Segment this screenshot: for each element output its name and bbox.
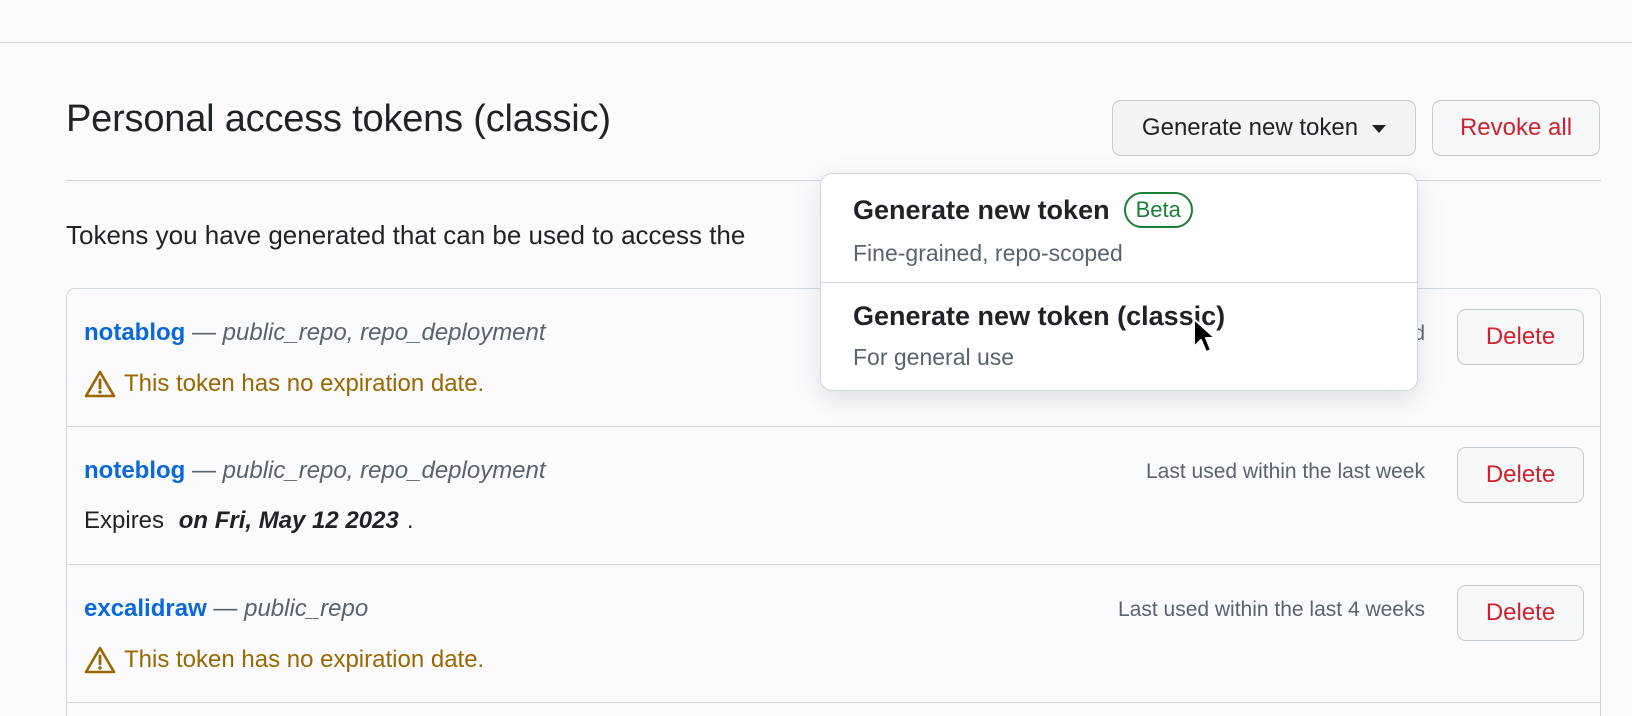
token-header: noteblog — public_repo, repo_deployment bbox=[84, 457, 546, 485]
token-scopes: public_repo, repo_deployment bbox=[222, 319, 546, 346]
menu-item-fine-grained-token[interactable]: Generate new token Beta Fine-grained, re… bbox=[821, 174, 1417, 282]
delete-token-button[interactable]: Delete bbox=[1457, 309, 1584, 365]
menu-item-classic-token[interactable]: Generate new token (classic) For general… bbox=[821, 282, 1417, 390]
token-scopes: public_repo, repo_deployment bbox=[222, 457, 546, 484]
beta-badge: Beta bbox=[1123, 192, 1193, 228]
token-expiration-warning: This token has no expiration date. bbox=[84, 369, 484, 399]
token-header: excalidraw — public_repo bbox=[84, 595, 368, 623]
warning-text: This token has no expiration date. bbox=[124, 646, 485, 673]
warning-text: This token has no expiration date. bbox=[124, 370, 485, 397]
alert-triangle-icon bbox=[84, 370, 116, 398]
top-divider bbox=[0, 42, 1632, 43]
token-separator: — bbox=[191, 457, 216, 484]
menu-item-title-text: Generate new token bbox=[853, 194, 1110, 225]
revoke-all-button[interactable]: Revoke all bbox=[1432, 100, 1600, 156]
menu-item-description: For general use bbox=[853, 344, 1015, 370]
header-actions: Generate new token Revoke all bbox=[1112, 100, 1600, 156]
token-header: notablog — public_repo, repo_deployment bbox=[84, 319, 546, 347]
menu-item-description: Fine-grained, repo-scoped bbox=[853, 240, 1123, 266]
triangle-down-icon bbox=[1372, 125, 1387, 133]
token-separator: — bbox=[213, 595, 238, 622]
token-scopes: public_repo bbox=[244, 595, 369, 622]
delete-token-button[interactable]: Delete bbox=[1457, 447, 1584, 503]
menu-item-title: Generate new token Beta bbox=[853, 192, 1385, 228]
generate-new-token-label: Generate new token bbox=[1141, 114, 1359, 141]
expires-prefix: Expires bbox=[84, 507, 171, 534]
token-row: excalidraw — public_repo Last used withi… bbox=[67, 565, 1600, 703]
menu-item-title: Generate new token (classic) bbox=[853, 301, 1385, 332]
token-name-link[interactable]: noteblog bbox=[84, 457, 185, 484]
alert-triangle-icon bbox=[84, 646, 116, 674]
token-expiration: Expires on Fri, May 12 2023. bbox=[84, 507, 413, 535]
delete-token-button[interactable]: Delete bbox=[1457, 585, 1584, 641]
expires-date: on Fri, May 12 2023 bbox=[178, 507, 399, 534]
page-title: Personal access tokens (classic) bbox=[66, 98, 611, 140]
generate-new-token-button[interactable]: Generate new token bbox=[1112, 100, 1416, 156]
intro-text: Tokens you have generated that can be us… bbox=[66, 220, 746, 250]
expires-suffix: . bbox=[406, 507, 414, 534]
token-last-used: Last used within the last 4 weeks bbox=[1117, 598, 1425, 621]
token-name-link[interactable]: excalidraw bbox=[84, 595, 207, 622]
token-last-used: Last used within the last week bbox=[1146, 460, 1425, 483]
menu-item-title-text: Generate new token (classic) bbox=[853, 301, 1226, 331]
token-row: noteblog — public_repo, repo_deployment … bbox=[67, 427, 1600, 565]
token-name-link[interactable]: notablog bbox=[84, 319, 185, 346]
token-expiration-warning: This token has no expiration date. bbox=[84, 645, 484, 675]
token-separator: — bbox=[191, 319, 216, 346]
generate-token-menu: Generate new token Beta Fine-grained, re… bbox=[820, 173, 1418, 391]
